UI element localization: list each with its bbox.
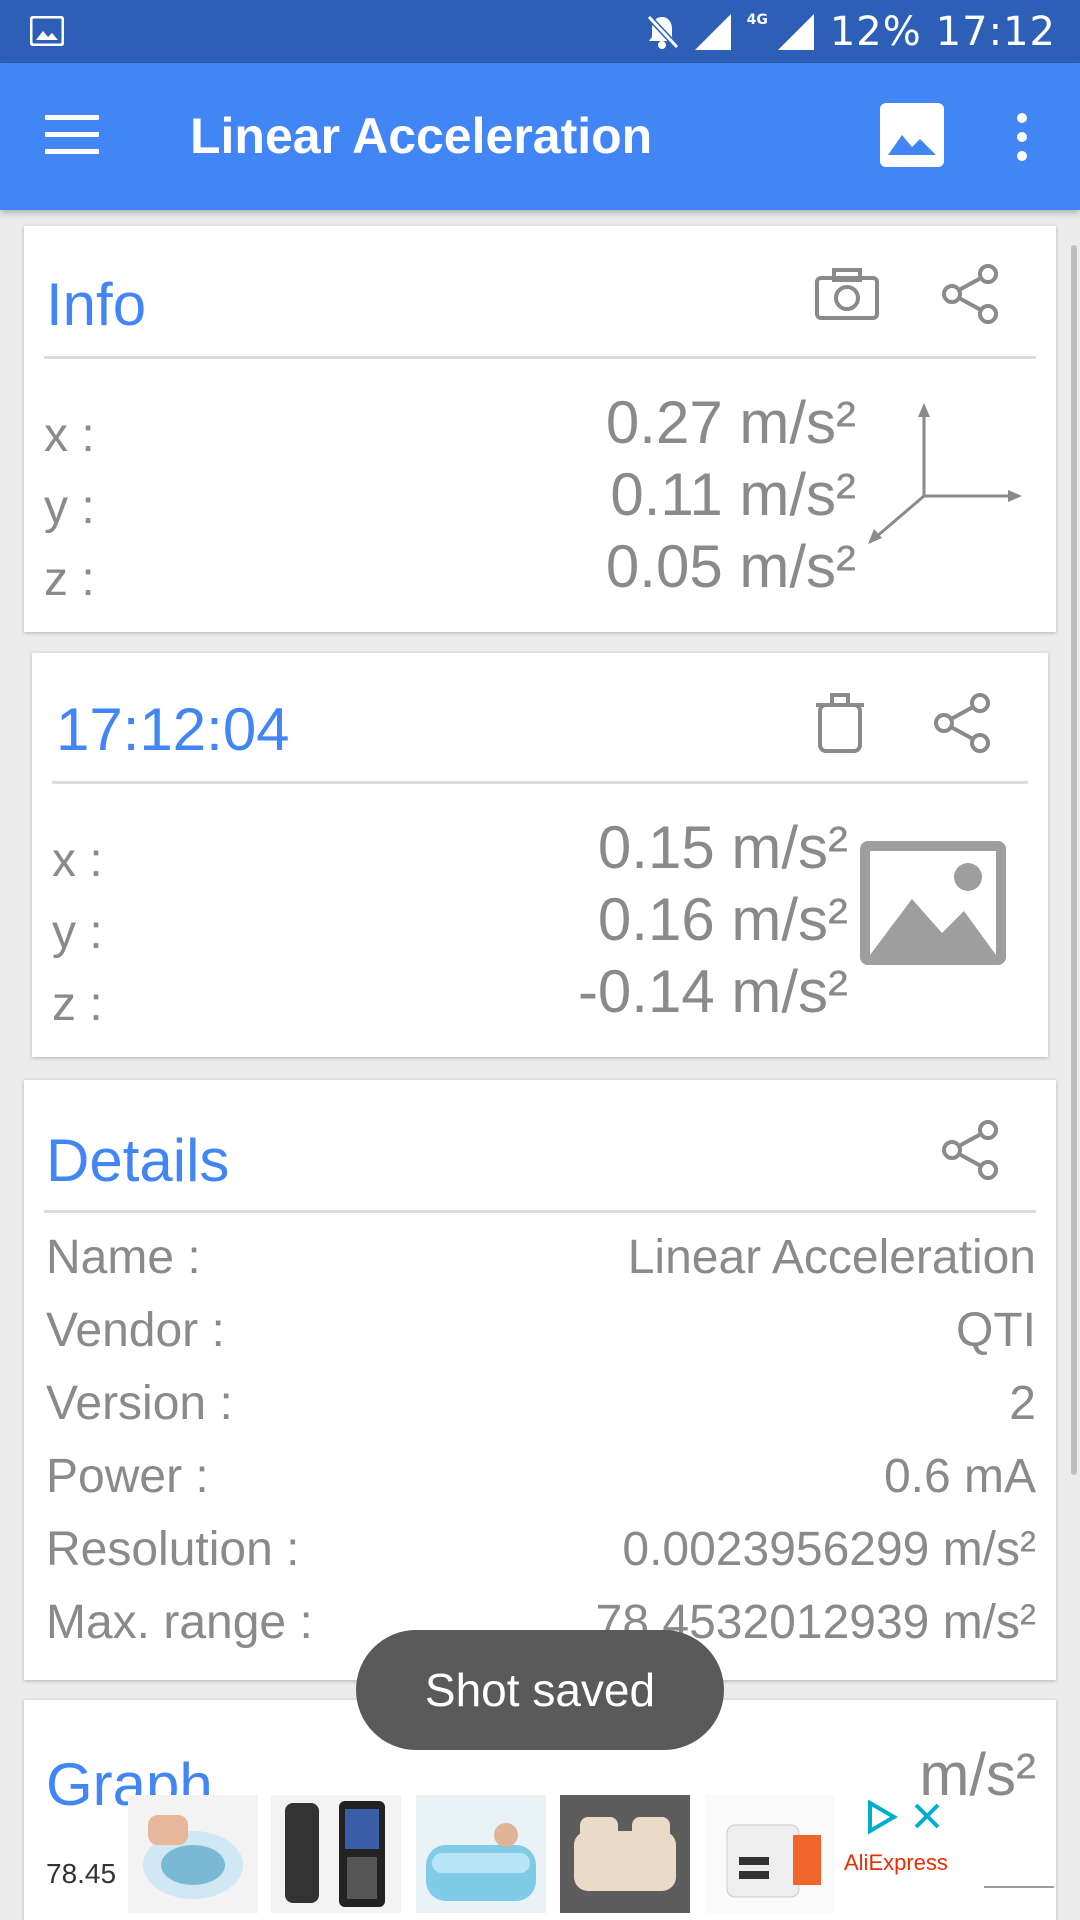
info-x-label: x : (44, 409, 95, 462)
ad-product-thumbnail[interactable] (416, 1795, 546, 1913)
signal-icon-2 (777, 13, 814, 50)
picture-icon[interactable] (860, 841, 1006, 965)
details-card: Details Name : Linear Acceleration Vendo… (24, 1080, 1056, 1680)
info-y-label: y : (44, 481, 95, 534)
detail-value: 0.0023956299 m/s² (622, 1523, 1036, 1576)
status-bar: 4G 12% 17:12 (0, 0, 1080, 63)
image-notification-icon (30, 16, 64, 46)
detail-value: 0.6 mA (883, 1450, 1036, 1503)
battery-level: 12% (829, 8, 922, 55)
share-icon[interactable] (940, 264, 1000, 324)
detail-label: Max. range : (46, 1596, 313, 1649)
graph-line (984, 1886, 1054, 1888)
detail-label: Power : (46, 1450, 209, 1503)
share-icon[interactable] (932, 693, 992, 753)
axes-icon (868, 403, 1022, 544)
detail-label: Resolution : (46, 1523, 300, 1576)
snapshot-divider (52, 781, 1028, 784)
detail-label: Name : (46, 1231, 201, 1284)
bell-muted-icon (646, 14, 679, 49)
snapshot-card: 17:12:04 x : y : z : 0.15 m/s² 0.16 m/s²… (32, 653, 1048, 1057)
close-icon[interactable] (912, 1801, 942, 1831)
ad-banner[interactable]: AliExpress (128, 1795, 958, 1920)
detail-value: Linear Acceleration (627, 1231, 1036, 1284)
ad-choices-icon[interactable] (866, 1799, 906, 1835)
info-card: Info x : y : z : 0.27 m/s² 0.11 m/s² 0.0… (24, 226, 1056, 632)
ad-product-thumbnail[interactable] (128, 1795, 258, 1913)
image-icon[interactable] (880, 103, 944, 167)
ad-product-thumbnail[interactable] (271, 1795, 401, 1913)
ad-product-thumbnail[interactable] (560, 1795, 690, 1913)
info-title: Info (46, 271, 147, 338)
snapshot-time: 17:12:04 (56, 696, 290, 763)
snapshot-z-label: z : (52, 978, 103, 1031)
snapshot-x-value: 0.15 m/s² (597, 814, 848, 881)
details-title: Details (46, 1127, 230, 1194)
info-x-value: 0.27 m/s² (605, 389, 856, 456)
camera-icon[interactable] (814, 266, 880, 322)
graph-axis-value: 78.45 (46, 1858, 117, 1889)
detail-value: 2 (1009, 1377, 1036, 1430)
ad-brand-name: AliExpress (844, 1850, 948, 1875)
snapshot-y-value: 0.16 m/s² (597, 886, 848, 953)
snapshot-y-label: y : (52, 906, 103, 959)
info-z-value: 0.05 m/s² (605, 533, 856, 600)
scrollbar[interactable] (1071, 245, 1077, 1475)
detail-label: Version : (46, 1377, 233, 1430)
app-title: Linear Acceleration (190, 108, 653, 164)
share-icon[interactable] (940, 1120, 1000, 1180)
app-bar: Linear Acceleration (0, 63, 1080, 210)
clock: 17:12 (935, 8, 1056, 55)
trash-icon[interactable] (814, 691, 866, 755)
info-divider (44, 356, 1036, 359)
overflow-icon[interactable] (1010, 113, 1034, 161)
ad-brand[interactable]: AliExpress (844, 1795, 956, 1913)
details-divider (44, 1210, 1036, 1213)
detail-value: QTI (956, 1304, 1036, 1357)
info-y-value: 0.11 m/s² (610, 461, 856, 528)
signal-icon (694, 13, 731, 50)
info-z-label: z : (44, 553, 95, 606)
ad-product-thumbnail[interactable] (705, 1795, 835, 1913)
network-type: 4G (746, 11, 768, 28)
toast: Shot saved (356, 1630, 724, 1750)
snapshot-x-label: x : (52, 834, 103, 887)
snapshot-z-value: -0.14 m/s² (577, 958, 848, 1025)
detail-label: Vendor : (46, 1304, 225, 1357)
menu-icon[interactable] (45, 115, 99, 157)
